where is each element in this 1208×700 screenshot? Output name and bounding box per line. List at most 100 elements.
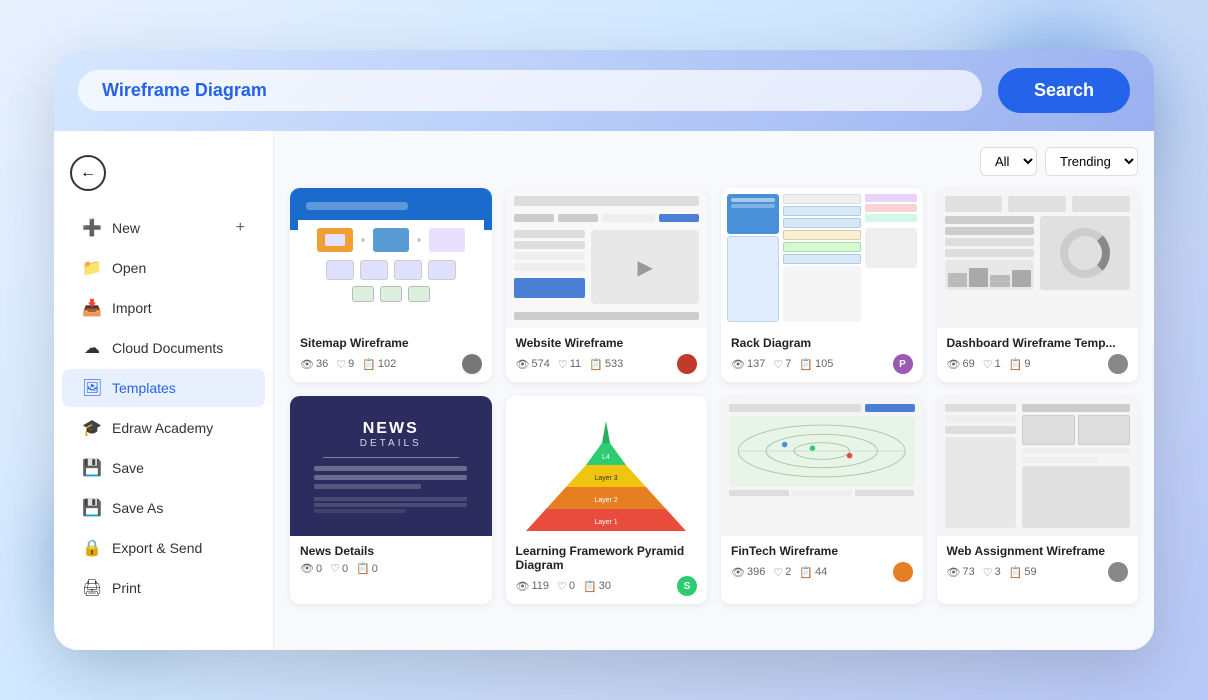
filter-bar: All Trending [290,147,1138,176]
copies-website: 📋 533 [589,358,623,371]
template-info-rack: Rack Diagram 👁 137 ♡ 7 📋 105 P [721,328,923,382]
template-card-rack[interactable]: Rack Diagram 👁 137 ♡ 7 📋 105 P [721,188,923,382]
sidebar-label-print: Print [112,580,141,596]
sidebar-item-academy[interactable]: 🎓 Edraw Academy [62,409,265,447]
copies-webassign: 📋 59 [1009,566,1037,579]
sidebar-label-import: Import [112,300,152,316]
sidebar-item-export[interactable]: 🔒 Export & Send [62,529,265,567]
sidebar-label-new: New [112,220,140,236]
top-bar: Search [54,50,1154,131]
thumb-fintech [721,396,923,536]
sidebar-item-open[interactable]: 📁 Open [62,249,265,287]
templates-icon: 🖼 [82,378,102,398]
template-card-sitemap[interactable]: Sitemap Wireframe 👁 36 ♡ 9 📋 102 [290,188,492,382]
thumb-webassign [937,396,1139,536]
views-news: 👁 0 [300,562,322,575]
category-filter[interactable]: All [980,147,1037,176]
sidebar-label-save: Save [112,460,144,476]
template-card-dashboard[interactable]: Dashboard Wireframe Temp... 👁 69 ♡ 1 📋 9 [937,188,1139,382]
main-window: Search ← ➕ New + 📁 Open 📥 Import ☁ Cloud… [54,50,1154,650]
sidebar-item-import[interactable]: 📥 Import [62,289,265,327]
open-icon: 📁 [82,258,102,278]
export-icon: 🔒 [82,538,102,558]
template-info-fintech: FinTech Wireframe 👁 396 ♡ 2 📋 44 [721,536,923,590]
avatar-fintech [893,562,913,582]
template-stats-pyramid: 👁 119 ♡ 0 📋 30 S [516,576,698,596]
likes-fintech: ♡ 2 [773,566,791,579]
sidebar-item-print[interactable]: 🖨 Print [62,569,265,607]
cloud-icon: ☁ [82,338,102,358]
sidebar-label-cloud: Cloud Documents [112,340,223,356]
sidebar-item-cloud[interactable]: ☁ Cloud Documents [62,329,265,367]
template-name-webassign: Web Assignment Wireframe [947,544,1129,558]
template-name-dashboard: Dashboard Wireframe Temp... [947,336,1129,350]
sidebar-label-open: Open [112,260,146,276]
new-plus-icon[interactable]: + [236,219,245,237]
saveas-icon: 💾 [82,498,102,518]
likes-webassign: ♡ 3 [983,566,1001,579]
template-card-website[interactable]: ▶ Website Wireframe 👁 574 ♡ 11 📋 533 [506,188,708,382]
template-info-dashboard: Dashboard Wireframe Temp... 👁 69 ♡ 1 📋 9 [937,328,1139,382]
sidebar-label-export: Export & Send [112,540,202,556]
avatar-rack: P [893,354,913,374]
template-name-pyramid: Learning Framework Pyramid Diagram [516,544,698,572]
views-fintech: 👁 396 [731,566,765,579]
thumb-website: ▶ [506,188,708,328]
sidebar: ← ➕ New + 📁 Open 📥 Import ☁ Cloud Docume… [54,131,274,650]
template-name-website: Website Wireframe [516,336,698,350]
template-info-news: News Details 👁 0 ♡ 0 📋 0 [290,536,492,583]
likes-dashboard: ♡ 1 [983,358,1001,371]
views-rack: 👁 137 [731,358,765,371]
thumb-rack [721,188,923,328]
template-info-webassign: Web Assignment Wireframe 👁 73 ♡ 3 📋 59 [937,536,1139,590]
svg-text:Layer 3: Layer 3 [595,475,618,482]
template-name-news: News Details [300,544,482,558]
avatar-pyramid: S [677,576,697,596]
views-dashboard: 👁 69 [947,358,975,371]
template-grid: Sitemap Wireframe 👁 36 ♡ 9 📋 102 [290,188,1138,604]
sidebar-item-save[interactable]: 💾 Save [62,449,265,487]
main-content: ← ➕ New + 📁 Open 📥 Import ☁ Cloud Docume… [54,131,1154,650]
sidebar-label-templates: Templates [112,380,176,396]
template-stats-website: 👁 574 ♡ 11 📋 533 [516,354,698,374]
content-area: All Trending [274,131,1154,650]
views-pyramid: 👁 119 [516,580,550,593]
back-button[interactable]: ← [70,155,106,191]
likes-website: ♡ 11 [558,358,581,371]
likes-rack: ♡ 7 [773,358,791,371]
sort-filter[interactable]: Trending [1045,147,1138,176]
sidebar-label-saveas: Save As [112,500,163,516]
views-webassign: 👁 73 [947,566,975,579]
import-icon: 📥 [82,298,102,318]
svg-text:L4: L4 [602,454,610,461]
avatar-webassign [1108,562,1128,582]
thumb-pyramid: Layer 1 Layer 2 Layer 3 L4 [506,396,708,536]
sidebar-item-saveas[interactable]: 💾 Save As [62,489,265,527]
sidebar-item-templates[interactable]: 🖼 Templates [62,369,265,407]
search-input-wrapper[interactable] [78,70,982,111]
template-info-website: Website Wireframe 👁 574 ♡ 11 📋 533 [506,328,708,382]
template-name-fintech: FinTech Wireframe [731,544,913,558]
new-icon: ➕ [82,218,102,238]
template-card-news[interactable]: NEWS DETAILS [290,396,492,604]
copies-fintech: 📋 44 [799,566,827,579]
print-icon: 🖨 [82,578,102,598]
template-card-fintech[interactable]: FinTech Wireframe 👁 396 ♡ 2 📋 44 [721,396,923,604]
template-stats-fintech: 👁 396 ♡ 2 📋 44 [731,562,913,582]
search-input[interactable] [102,80,958,101]
template-card-webassign[interactable]: Web Assignment Wireframe 👁 73 ♡ 3 📋 59 [937,396,1139,604]
copies-sitemap: 📋 102 [362,358,396,371]
likes-pyramid: ♡ 0 [557,580,575,593]
template-stats-sitemap: 👁 36 ♡ 9 📋 102 [300,354,482,374]
template-stats-dashboard: 👁 69 ♡ 1 📋 9 [947,354,1129,374]
sidebar-item-new[interactable]: ➕ New + [62,209,265,247]
svg-text:Layer 1: Layer 1 [595,519,618,526]
avatar-dashboard [1108,354,1128,374]
copies-rack: 📋 105 [799,358,833,371]
avatar-sitemap [462,354,482,374]
sidebar-label-academy: Edraw Academy [112,420,213,436]
likes-news: ♡ 0 [330,562,348,575]
svg-text:Layer 2: Layer 2 [595,497,618,504]
search-button[interactable]: Search [998,68,1130,113]
template-card-pyramid[interactable]: Layer 1 Layer 2 Layer 3 L4 Learning Fram… [506,396,708,604]
